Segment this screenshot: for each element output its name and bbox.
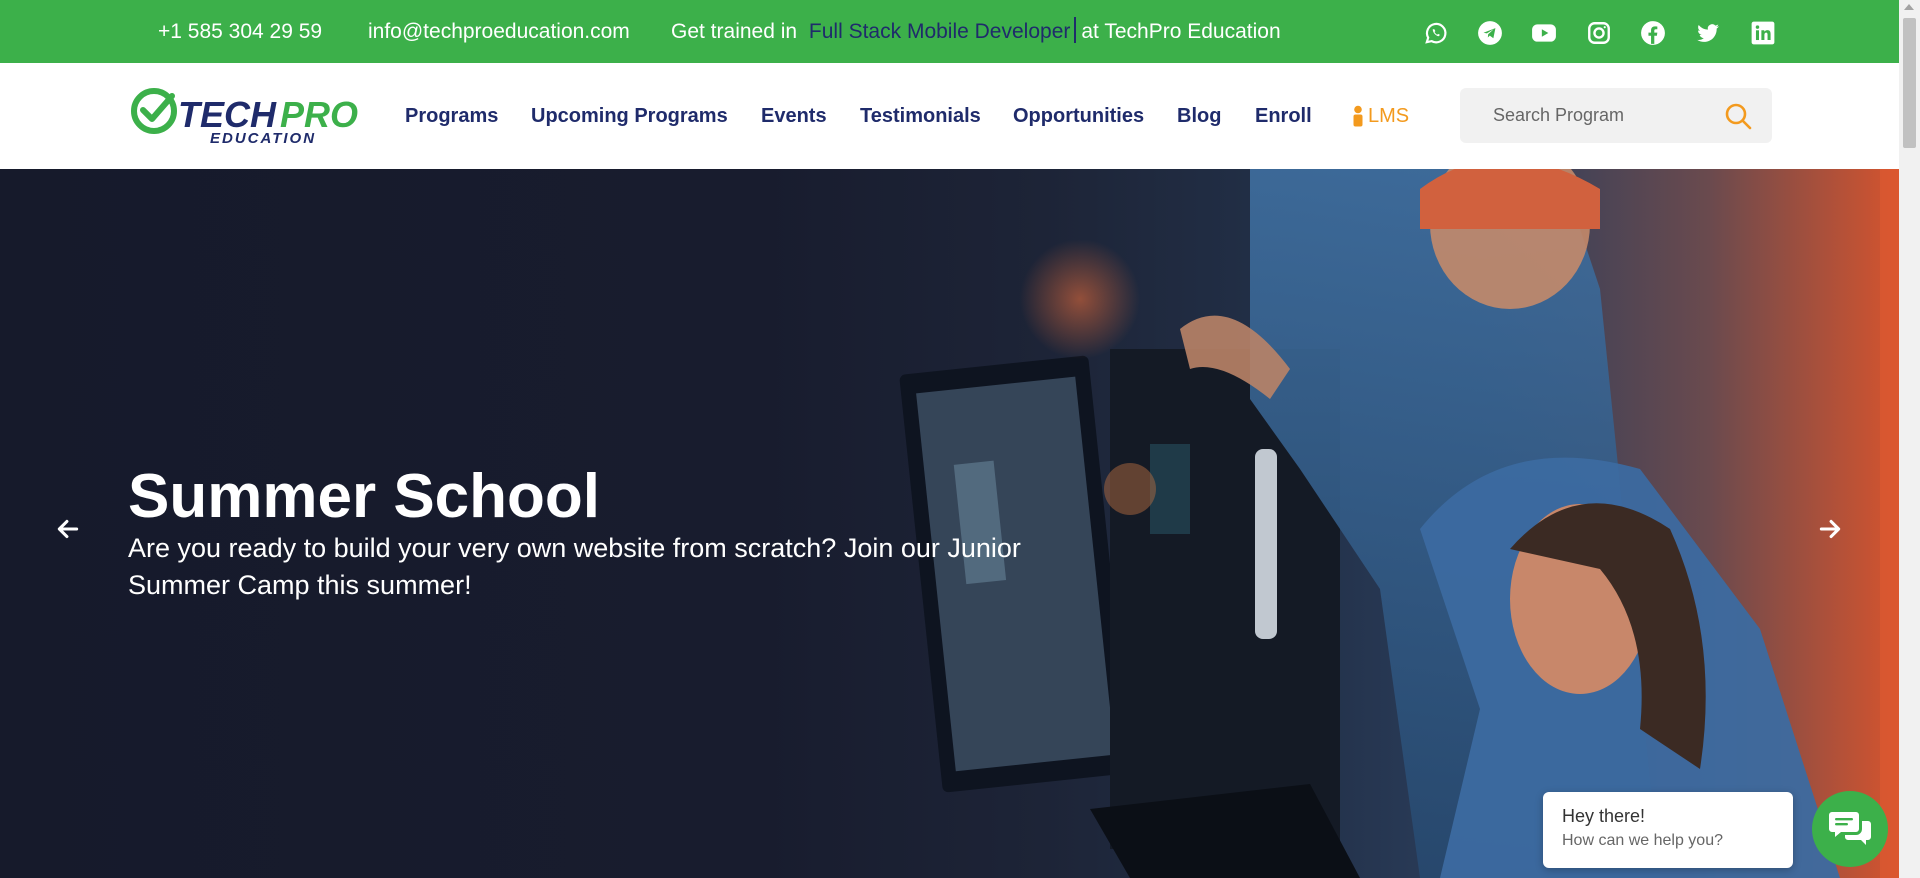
chat-launcher-button[interactable] [1812,791,1888,867]
nav-opportunities[interactable]: Opportunities [1013,63,1144,169]
nav-blog[interactable]: Blog [1177,63,1221,169]
promo-prefix: Get trained in [671,20,798,43]
facebook-icon[interactable] [1638,18,1668,48]
promo-suffix: at TechPro Education [1081,20,1281,43]
promo-course: Full Stack Mobile Developer [808,20,1071,43]
linkedin-icon[interactable] [1748,18,1778,48]
nav-upcoming-programs[interactable]: Upcoming Programs [531,63,728,169]
scroll-thumb[interactable] [1903,18,1916,148]
main-navbar: TECH PRO EDUCATION Programs Upcoming Pro… [0,63,1899,169]
search-box [1460,88,1772,143]
logo-education: EDUCATION [210,130,316,145]
scroll-up-arrow-icon[interactable] [1904,4,1914,10]
user-icon [1353,105,1363,127]
nav-events[interactable]: Events [761,63,827,169]
whatsapp-icon[interactable] [1421,18,1451,48]
lms-label: LMS [1368,105,1410,127]
chat-subtext: How can we help you? [1562,832,1723,849]
hero-slider: Summer School Are you ready to build you… [0,169,1899,878]
telegram-icon[interactable] [1475,18,1505,48]
top-bar: +1 585 304 29 59 info@techproeducation.c… [0,0,1899,63]
youtube-icon[interactable] [1529,18,1559,48]
promo-text: Get trained in Full Stack Mobile Develop… [671,0,1281,63]
logo-tech: TECH [178,94,277,135]
prev-slide-arrow-icon[interactable] [48,509,88,549]
nav-lms[interactable]: LMS [1352,63,1409,169]
search-icon[interactable] [1724,102,1752,130]
nav-programs[interactable]: Programs [405,63,498,169]
chat-greeting-bubble[interactable]: Hey there! How can we help you? [1543,792,1793,868]
twitter-icon[interactable] [1693,18,1723,48]
chat-heading: Hey there! [1562,806,1646,826]
email-link[interactable]: info@techproeducation.com [368,0,630,63]
hero-title: Summer School [128,462,600,531]
nav-testimonials[interactable]: Testimonials [860,63,981,169]
search-input[interactable] [1460,88,1720,143]
logo-pro: PRO [280,94,358,135]
next-slide-arrow-icon[interactable] [1810,509,1850,549]
typing-cursor [1074,17,1077,44]
techpro-logo[interactable]: TECH PRO EDUCATION [130,87,366,147]
chat-icon [1829,812,1871,845]
hero-subtitle: Are you ready to build your very own web… [128,533,1021,600]
nav-enroll[interactable]: Enroll [1255,63,1312,169]
instagram-icon[interactable] [1584,18,1614,48]
page-scrollbar[interactable] [1899,0,1920,878]
phone-link[interactable]: +1 585 304 29 59 [158,0,322,63]
